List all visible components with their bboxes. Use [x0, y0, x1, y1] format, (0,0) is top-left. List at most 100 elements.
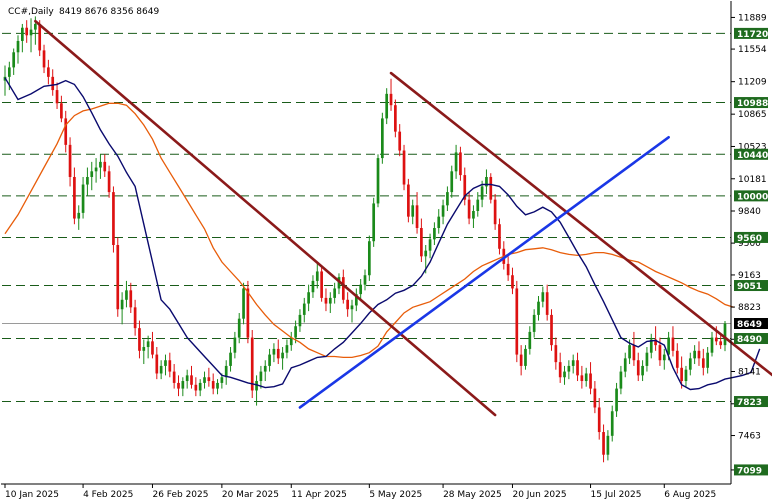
candle-body [133, 307, 137, 329]
level-badge-9051-label: 9051 [737, 282, 762, 292]
candle-body [385, 93, 389, 119]
candle-body [194, 384, 198, 391]
candle-body [333, 288, 336, 298]
candle-body [710, 337, 714, 353]
candle-body [242, 288, 245, 319]
chart-symbol: CC#,Daily [8, 7, 54, 17]
candle-body [567, 365, 571, 372]
candle-body [424, 250, 428, 257]
candle-body [233, 337, 237, 353]
candle-body [454, 152, 458, 172]
candle-body [38, 23, 42, 51]
candle-body [524, 348, 527, 366]
candle-body [645, 352, 649, 366]
candle-body [550, 314, 553, 346]
candle-body [81, 184, 85, 213]
candle-body [610, 411, 614, 436]
candle-body [675, 350, 679, 368]
candle-body [341, 277, 345, 300]
candle-body [73, 176, 76, 219]
candle-body [619, 371, 623, 389]
candle-body [129, 290, 133, 308]
candle-body [576, 360, 579, 376]
candle-body [324, 297, 328, 304]
candle-body [328, 297, 332, 304]
candle-body [181, 381, 185, 389]
candle-body [216, 382, 219, 389]
level-badge-8490-label: 8490 [737, 335, 762, 345]
candle-body [498, 224, 501, 249]
candle-body [394, 105, 397, 132]
candle-body [47, 67, 50, 77]
candle-body [671, 337, 675, 351]
candle-body [151, 341, 154, 355]
candle-body [68, 144, 72, 177]
x-tick-label: 20 Mar 2025 [222, 490, 279, 500]
candle-body [589, 373, 592, 389]
candle-body [211, 381, 215, 389]
candle-body [155, 354, 159, 374]
candle-body [90, 171, 94, 177]
candle-body [250, 337, 254, 391]
candle-body [363, 275, 367, 285]
candle-body [116, 245, 120, 310]
y-tick-label: 9840 [738, 207, 761, 217]
y-tick-label: 7463 [738, 432, 761, 442]
level-badge-11720-label: 11720 [737, 30, 768, 40]
candle-body [446, 192, 449, 206]
candle-body [437, 216, 441, 228]
candle-body [697, 350, 701, 359]
candle-body [12, 52, 16, 68]
candle-body [246, 288, 250, 338]
bottom-price-badge-label: 7099 [737, 466, 762, 476]
chart-ohlc: 8419 8676 8356 8649 [59, 7, 159, 17]
candle-body [207, 377, 211, 382]
candle-body [29, 29, 33, 36]
candle-body [628, 345, 631, 359]
candle-body [636, 360, 640, 376]
candle-body [693, 350, 696, 359]
candle-body [532, 314, 536, 332]
candle-body [64, 118, 68, 145]
level-badge-10988-label: 10988 [737, 99, 768, 109]
candle-body [480, 186, 484, 200]
candle-body [285, 345, 289, 353]
candle-body [42, 50, 46, 68]
chart-background [0, 0, 773, 503]
candle-body [632, 345, 636, 361]
candle-body [506, 263, 510, 276]
y-tick-label: 11209 [738, 78, 767, 88]
candle-body [146, 341, 150, 348]
candle-body [103, 161, 107, 172]
candle-body [320, 271, 323, 298]
candle-body [268, 354, 271, 366]
candle-body [164, 360, 167, 366]
candle-body [112, 192, 115, 245]
candle-body [402, 150, 406, 185]
candle-body [302, 303, 306, 315]
candle-body [350, 305, 354, 310]
candle-body [688, 358, 692, 370]
level-badge-7823-label: 7823 [737, 398, 762, 408]
candle-body [428, 239, 432, 251]
level-badge-10440-label: 10440 [737, 151, 768, 161]
candle-body [272, 348, 276, 355]
candle-body [467, 199, 471, 219]
candle-body [198, 382, 202, 391]
price-chart[interactable]: 1188911554112091086510523101819840950091… [0, 0, 773, 503]
candle-body [658, 345, 662, 361]
candle-body [615, 388, 618, 412]
x-tick-label: 6 Aug 2025 [664, 490, 716, 500]
candle-body [367, 241, 371, 276]
y-tick-label: 11554 [738, 45, 767, 55]
x-tick-label: 20 Jun 2025 [512, 490, 566, 500]
candle-body [459, 152, 462, 176]
candle-body [420, 227, 423, 257]
candle-body [381, 118, 384, 159]
candle-body [86, 176, 89, 185]
candle-body [701, 358, 705, 368]
candle-body [489, 176, 493, 200]
candle-body [259, 371, 263, 382]
candle-body [107, 171, 111, 193]
x-tick-label: 10 Jan 2025 [5, 490, 59, 500]
